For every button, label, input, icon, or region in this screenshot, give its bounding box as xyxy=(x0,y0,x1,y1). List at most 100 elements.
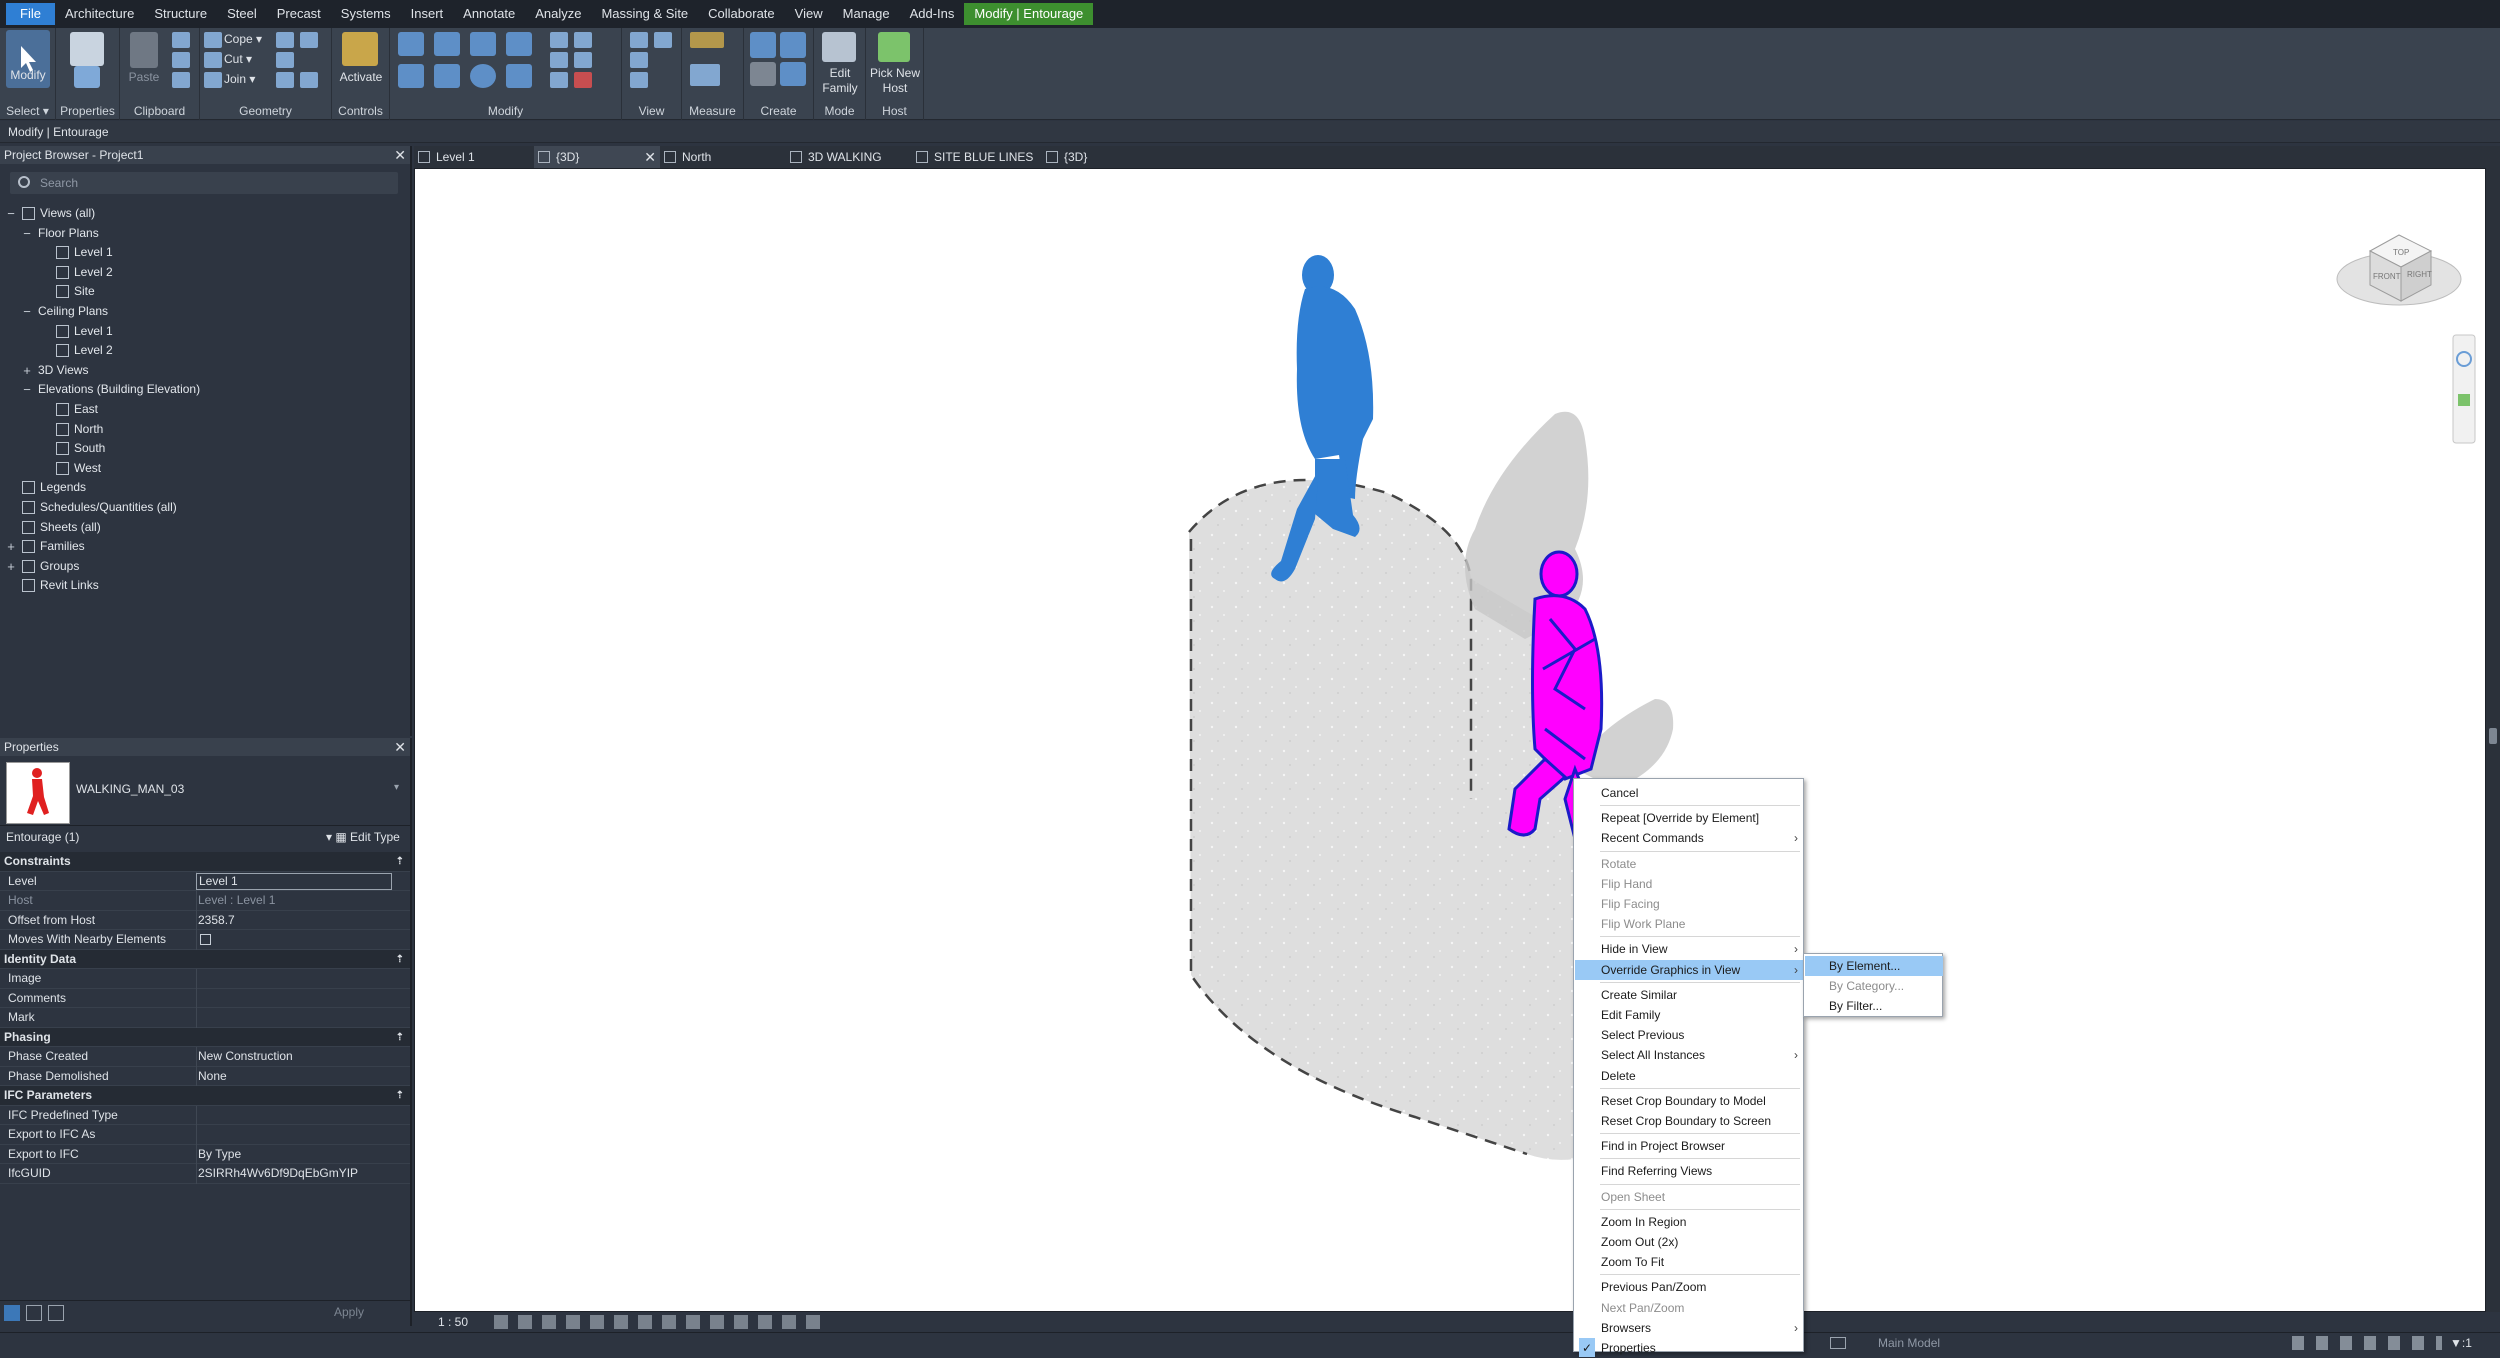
menu-file[interactable]: File xyxy=(6,3,55,25)
context-menu-item[interactable]: Zoom To Fit xyxy=(1575,1252,1804,1272)
menu-analyze[interactable]: Analyze xyxy=(525,3,591,25)
context-menu-item[interactable]: Reset Crop Boundary to Model xyxy=(1575,1091,1804,1111)
trim-icon[interactable] xyxy=(506,64,532,88)
property-value[interactable]: 2358.7 xyxy=(198,911,235,931)
view-tab[interactable]: Level 1 xyxy=(414,146,534,168)
cope-icon[interactable] xyxy=(204,32,222,48)
viewcube-top-label[interactable]: TOP xyxy=(2393,248,2409,257)
collapse-icon[interactable]: ⇡ xyxy=(396,852,404,872)
apply-button[interactable]: Apply xyxy=(334,1305,364,1319)
view-tab[interactable]: 3D WALKING xyxy=(786,146,912,168)
context-menu-item[interactable]: Flip Hand xyxy=(1575,874,1804,894)
align-icon[interactable] xyxy=(398,32,424,56)
property-value[interactable]: 2SIRRh4Wv6Df9DqEbGmYIP xyxy=(198,1164,358,1184)
property-value[interactable]: Level 1 xyxy=(196,872,392,890)
tree-item[interactable]: East xyxy=(0,400,410,420)
close-icon[interactable]: ✕ xyxy=(394,738,406,756)
view-tab[interactable]: SITE BLUE LINES xyxy=(912,146,1042,168)
submenu-item[interactable]: By Element... xyxy=(1805,956,1943,976)
view-tab[interactable]: North xyxy=(660,146,786,168)
context-menu-item[interactable]: Hide in View › xyxy=(1575,939,1804,959)
expand-toggle-icon[interactable]: − xyxy=(22,224,32,244)
property-row[interactable]: Moves With Nearby Elements xyxy=(0,930,410,950)
submenu-item[interactable]: By Category... xyxy=(1805,976,1943,996)
tree-item[interactable]: Level 2 xyxy=(0,263,410,283)
menu-architecture[interactable]: Architecture xyxy=(55,3,144,25)
scale-icon[interactable] xyxy=(574,52,592,68)
viewcube-right-label[interactable]: RIGHT xyxy=(2407,270,2432,279)
property-row[interactable]: IfcGUID 2SIRRh4Wv6Df9DqEbGmYIP xyxy=(0,1164,410,1184)
tree-item[interactable]: + Families xyxy=(0,537,410,557)
property-row[interactable]: Comments xyxy=(0,988,410,1008)
dimension-icon[interactable] xyxy=(690,64,720,86)
view-tab[interactable]: {3D} xyxy=(1042,146,1162,168)
measure-icon[interactable] xyxy=(690,32,724,48)
context-menu-item[interactable]: ✓ Properties xyxy=(1575,1338,1804,1358)
property-row[interactable]: Phase Created New Construction xyxy=(0,1047,410,1067)
menu-annotate[interactable]: Annotate xyxy=(453,3,525,25)
expand-toggle-icon[interactable]: − xyxy=(22,302,32,322)
property-row[interactable]: Image xyxy=(0,969,410,989)
instance-filter[interactable]: Entourage (1) xyxy=(6,830,79,844)
menu-insert[interactable]: Insert xyxy=(401,3,454,25)
filter-icon[interactable]: ▼:1 xyxy=(2450,1333,2472,1353)
menu-view[interactable]: View xyxy=(785,3,833,25)
property-row[interactable]: Host Level : Level 1 xyxy=(0,891,410,911)
create-assembly-icon[interactable] xyxy=(750,32,776,58)
properties-icon[interactable] xyxy=(70,32,104,66)
cut-geometry-icon[interactable] xyxy=(204,52,222,68)
create-parts-icon[interactable] xyxy=(780,32,806,58)
property-row[interactable]: Offset from Host 2358.7 xyxy=(0,910,410,931)
mirror-axis-icon[interactable] xyxy=(470,32,496,56)
edit-family-icon[interactable] xyxy=(822,32,856,62)
move-icon[interactable] xyxy=(398,64,424,88)
hide-icon[interactable] xyxy=(630,32,648,48)
selection-toggle-icons[interactable] xyxy=(2292,1336,2442,1350)
paste-icon[interactable] xyxy=(130,32,158,68)
copy-element-icon[interactable] xyxy=(434,64,460,88)
mirror-draw-icon[interactable] xyxy=(506,32,532,56)
properties-view-icon[interactable] xyxy=(4,1305,20,1321)
tree-item[interactable]: Level 1 xyxy=(0,243,410,263)
override-icon[interactable] xyxy=(654,32,672,48)
linework-icon[interactable] xyxy=(630,52,648,68)
collapse-icon[interactable]: ⇡ xyxy=(396,1086,404,1106)
edit-type-button[interactable]: ▾ ▦ Edit Type xyxy=(326,830,400,844)
panel-label-select[interactable]: Select ▾ xyxy=(0,104,55,118)
expand-toggle-icon[interactable]: − xyxy=(22,380,32,400)
vertical-scrollbar[interactable] xyxy=(2486,168,2500,1312)
property-row[interactable]: Level Level 1 xyxy=(0,871,410,891)
delete-icon[interactable] xyxy=(574,72,592,88)
expand-toggle-icon[interactable]: − xyxy=(6,204,16,224)
copy-icon[interactable] xyxy=(172,52,190,68)
create-similar-icon[interactable] xyxy=(780,62,806,86)
close-icon[interactable]: ✕ xyxy=(394,146,406,164)
cut-icon[interactable] xyxy=(172,32,190,48)
tree-item[interactable]: South xyxy=(0,439,410,459)
search-input[interactable]: Search xyxy=(10,172,398,194)
context-menu-item[interactable]: Edit Family xyxy=(1575,1005,1804,1025)
expand-toggle-icon[interactable]: + xyxy=(6,557,16,577)
worksets-icon[interactable] xyxy=(1830,1337,1846,1349)
context-menu-item[interactable]: Override Graphics in View › xyxy=(1575,959,1804,980)
viewcube-front-label[interactable]: FRONT xyxy=(2373,272,2401,281)
tree-item[interactable]: West xyxy=(0,459,410,479)
chevron-down-icon[interactable]: ▾ xyxy=(394,782,399,793)
checkbox[interactable] xyxy=(200,934,211,945)
property-row[interactable]: Phase Demolished None xyxy=(0,1066,410,1086)
tree-item[interactable]: Level 2 xyxy=(0,341,410,361)
context-menu-item[interactable]: Next Pan/Zoom xyxy=(1575,1298,1804,1318)
pin-icon[interactable] xyxy=(550,72,568,88)
navigation-bar[interactable] xyxy=(2452,334,2476,444)
split-face-icon[interactable] xyxy=(276,52,294,68)
tree-item[interactable]: North xyxy=(0,420,410,440)
view-tab[interactable]: {3D} ✕ xyxy=(534,146,660,168)
viewcube[interactable]: TOP FRONT RIGHT xyxy=(2336,234,2462,306)
join-icon[interactable] xyxy=(204,72,222,88)
offset-icon[interactable] xyxy=(434,32,460,56)
context-menu-item[interactable]: Previous Pan/Zoom xyxy=(1575,1277,1804,1297)
menu-structure[interactable]: Structure xyxy=(144,3,217,25)
property-value[interactable]: Level : Level 1 xyxy=(198,891,275,911)
sort-desc-icon[interactable] xyxy=(48,1305,64,1321)
split-gap-icon[interactable] xyxy=(574,32,592,48)
